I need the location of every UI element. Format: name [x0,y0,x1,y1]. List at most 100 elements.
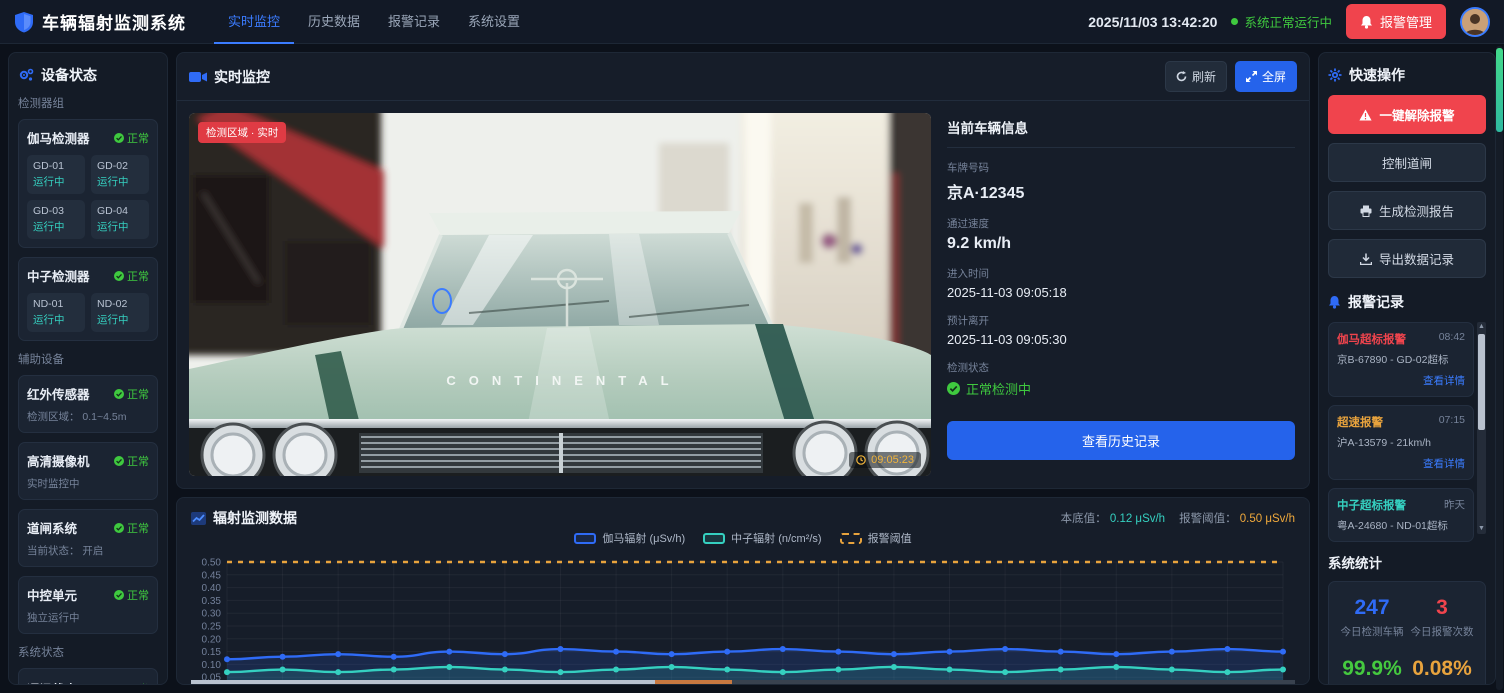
zoom-slider-thumb[interactable] [655,680,732,684]
stat-alarms: 3今日报警次数 [1407,596,1477,639]
svg-text:0.45: 0.45 [202,570,222,581]
svg-text:0.35: 0.35 [202,596,222,607]
neutron-detector-card: 中子检测器 正常 ND-01运行中 ND-02运行中 [18,257,158,341]
scrollbar-thumb[interactable] [1478,334,1485,430]
quick-actions-panel: 快速操作 一键解除报警 控制道闸 生成检测报告 导出数据记录 报警记录 伽马超标… [1318,52,1496,685]
infrared-sensor-card: 红外传感器 正常 检测区域： 0.1~4.5m [18,375,158,433]
stat-vehicles: 247今日检测车辆 [1337,596,1407,639]
svg-text:0.10: 0.10 [202,660,222,671]
printer-icon [1360,205,1372,217]
detector-unit[interactable]: GD-04运行中 [91,200,149,239]
legend-item[interactable]: 中子辐射 (n/cm²/s) [703,530,821,546]
detector-unit[interactable]: GD-02运行中 [91,155,149,194]
status-badge: 正常 [114,130,149,146]
alarm-manage-button[interactable]: 报警管理 [1346,4,1446,39]
view-history-button[interactable]: 查看历史记录 [947,421,1295,460]
fullscreen-button[interactable]: 全屏 [1235,61,1297,92]
legend-item[interactable]: 报警阈值 [840,530,912,546]
alarm-item[interactable]: 伽马超标报警08:42 京B-67890 - GD-02超标 查看详情 [1328,322,1474,397]
nav-alarms[interactable]: 报警记录 [374,0,454,44]
download-icon [1360,253,1372,265]
system-status-text: 系统正常运行中 [1244,12,1332,31]
detector-unit[interactable]: GD-03运行中 [27,200,85,239]
detector-unit[interactable]: ND-01运行中 [27,293,85,332]
clear-alarm-button[interactable]: 一键解除报警 [1328,95,1486,134]
app-logo: 车辆辐射监测系统 [14,9,186,34]
check-circle-icon [947,382,960,395]
gate-system-card: 道闸系统 正常 当前状态： 开启 [18,509,158,567]
refresh-button[interactable]: 刷新 [1165,61,1227,92]
system-stats-title: 系统统计 [1328,552,1486,572]
status-badge: 正常 [114,268,149,284]
nav-history[interactable]: 历史数据 [294,0,374,44]
baseline-meta: 本底值： 0.12 μSv/h [1061,510,1165,526]
comm-status-card: 通讯状态 正常 [18,668,158,685]
alarm-list: 伽马超标报警08:42 京B-67890 - GD-02超标 查看详情 超速报警… [1328,322,1486,542]
avatar[interactable] [1460,7,1490,37]
pass-speed: 9.2 km/h [947,235,1295,253]
enter-time: 2025-11-03 09:05:18 [947,285,1295,300]
scroll-up-icon[interactable]: ▲ [1477,322,1486,332]
line-chart-icon [191,512,206,525]
check-circle-icon [114,523,124,533]
nav-realtime[interactable]: 实时监控 [214,0,294,44]
check-circle-icon [114,456,124,466]
alarm-item[interactable]: 中子超标报警昨天 粤A-24680 - ND-01超标 [1328,488,1474,542]
hd-camera-card: 高清摄像机 正常 实时监控中 [18,442,158,500]
avatar-image [1462,9,1488,35]
fullscreen-icon [1246,71,1257,82]
chart-legend: 伽马辐射 (μSv/h) 中子辐射 (n/cm²/s) 报警阈值 [191,530,1295,546]
page-scrollbar[interactable] [1496,46,1503,690]
gate-control-button[interactable]: 控制道闸 [1328,143,1486,182]
detector-unit[interactable]: ND-02运行中 [91,293,149,332]
radiation-line-chart[interactable]: 0123456789101112131415161718190.050.100.… [191,550,1295,685]
topbar: 车辆辐射监测系统 实时监控 历史数据 报警记录 系统设置 2025/11/03 … [0,0,1504,44]
main-nav: 实时监控 历史数据 报警记录 系统设置 [214,0,534,44]
view-detail-link[interactable]: 查看详情 [1337,456,1465,471]
stat-false-rate: 0.08%误报率 [1407,657,1477,685]
detect-status: 正常检测中 [947,379,1295,398]
chart-title: 辐射监测数据 [213,508,297,528]
nav-settings[interactable]: 系统设置 [454,0,534,44]
refresh-icon [1176,71,1187,82]
warning-icon [1359,109,1372,121]
plate-number: 京A·12345 [947,179,1295,203]
video-feed[interactable]: CONTINENTAL [189,113,931,476]
gamma-detector-card: 伽马检测器 正常 GD-01运行中 GD-02运行中 GD-03运行中 GD-0… [18,119,158,248]
chart-zoom-slider[interactable] [191,680,1295,684]
car-brand-text: CONTINENTAL [446,373,681,388]
video-timestamp: 09:05:23 [849,452,921,468]
monitor-title: 实时监控 [214,67,270,87]
alarm-list-scrollbar[interactable]: ▲ ▼ [1477,322,1486,534]
system-status: 系统正常运行中 [1231,12,1332,31]
svg-text:0.25: 0.25 [202,622,222,633]
svg-text:0.50: 0.50 [202,558,222,569]
check-circle-icon [114,133,124,143]
aux-devices-label: 辅助设备 [18,351,158,367]
bell-icon [1360,15,1373,29]
legend-marker-icon [574,533,596,544]
svg-text:0.40: 0.40 [202,583,222,594]
export-data-button[interactable]: 导出数据记录 [1328,239,1486,278]
clock: 2025/11/03 13:42:20 [1088,14,1217,30]
svg-text:0.15: 0.15 [202,647,222,658]
generate-report-button[interactable]: 生成检测报告 [1328,191,1486,230]
detector-unit[interactable]: GD-01运行中 [27,155,85,194]
check-circle-icon [114,590,124,600]
view-detail-link[interactable]: 查看详情 [1337,373,1465,388]
status-dot-icon [1231,18,1238,25]
scroll-down-icon[interactable]: ▼ [1477,524,1486,534]
device-status-panel: 设备状态 检测器组 伽马检测器 正常 GD-01运行中 GD-02运行中 GD-… [8,52,168,685]
quick-actions-title: 快速操作 [1349,65,1405,85]
stat-detect-rate: 99.9%探测概率 [1337,657,1407,685]
legend-marker-icon [703,533,725,544]
alarm-item[interactable]: 超速报警07:15 沪A-13579 - 21km/h 查看详情 [1328,405,1474,480]
radiation-chart-panel: 辐射监测数据 本底值： 0.12 μSv/h 报警阈值： 0.50 μSv/h … [176,497,1310,685]
svg-text:0.30: 0.30 [202,609,222,620]
video-frame-image: CONTINENTAL [189,113,931,476]
bell-icon [1328,295,1341,309]
legend-item[interactable]: 伽马辐射 (μSv/h) [574,530,685,546]
page-scrollbar-thumb[interactable] [1496,48,1503,132]
detector-group-label: 检测器组 [18,95,158,111]
vehicle-info-title: 当前车辆信息 [947,117,1295,148]
